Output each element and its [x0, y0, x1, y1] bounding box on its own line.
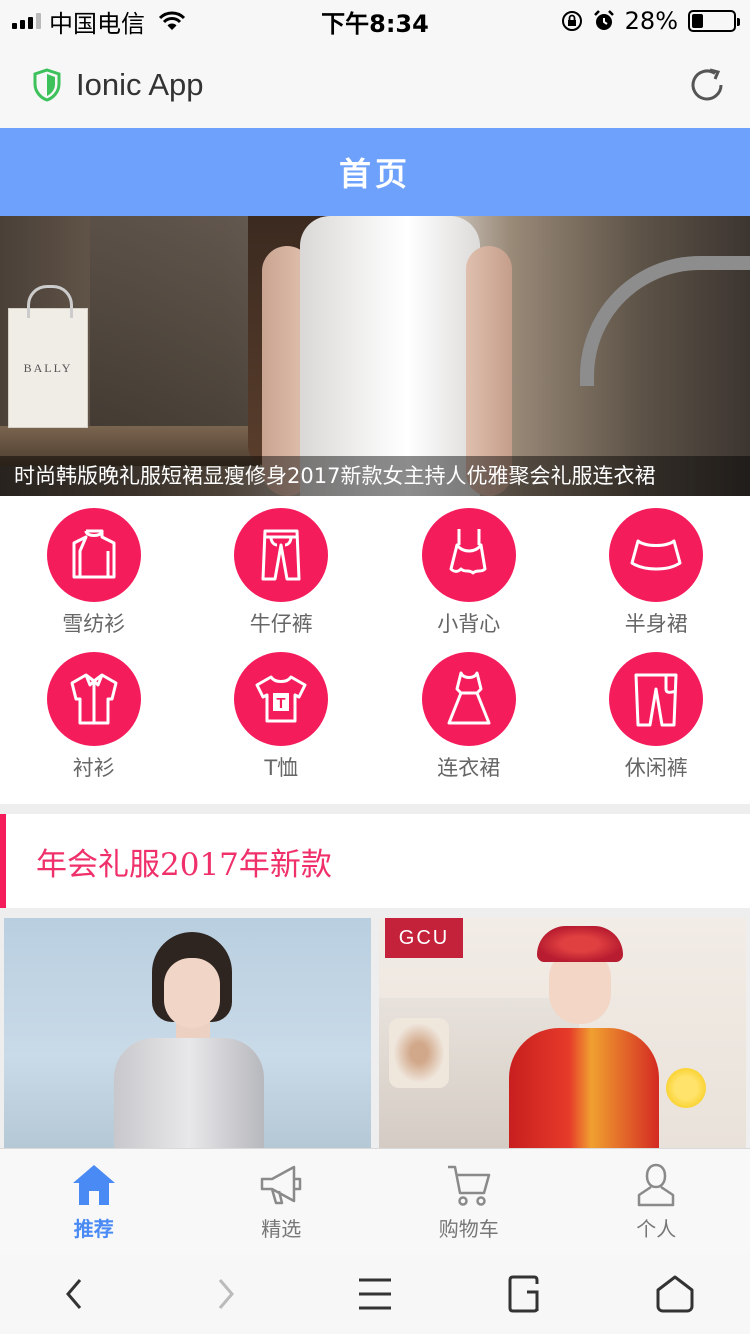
product-pillow: [389, 1018, 449, 1088]
home-outline-icon: [656, 1275, 694, 1313]
signal-icon: [12, 13, 41, 29]
category-item-dress[interactable]: 连衣裙: [375, 652, 563, 796]
jeans-icon: [234, 508, 329, 602]
category-label: 半身裙: [624, 612, 688, 636]
menu-button[interactable]: [300, 1272, 450, 1316]
svg-text:T: T: [277, 695, 286, 712]
battery-percent: 28%: [624, 7, 678, 35]
category-item-camisole[interactable]: 小背心: [375, 508, 563, 652]
section-title: 年会礼服2017年新款: [36, 846, 332, 883]
shirt-icon: [46, 652, 141, 746]
megaphone-icon: [261, 1165, 302, 1205]
menu-icon: [359, 1278, 391, 1310]
category-item-skirt[interactable]: 半身裙: [563, 508, 750, 652]
banner-mirror: [90, 216, 260, 426]
wifi-icon: [159, 11, 185, 30]
person-icon: [638, 1163, 675, 1207]
refresh-icon[interactable]: [688, 66, 726, 104]
forward-icon: [218, 1279, 234, 1309]
tab-profile[interactable]: 个人: [563, 1149, 750, 1254]
divider: [0, 804, 750, 814]
tab-recommend[interactable]: 推荐: [0, 1149, 188, 1254]
product-grid: GCU: [0, 918, 750, 1148]
tshirt-icon: T: [234, 652, 329, 746]
tabs-icon: [508, 1275, 539, 1313]
carrier-name: 中国电信: [49, 9, 145, 38]
status-bar: 中国电信 下午8:34 28%: [0, 0, 750, 42]
dress-icon: [421, 652, 516, 746]
home-icon: [72, 1165, 115, 1205]
app-title: Ionic App: [76, 67, 204, 102]
camisole-icon: [421, 508, 516, 602]
page-title: 首页: [338, 155, 411, 193]
category-item-shirt[interactable]: 衬衫: [0, 652, 188, 796]
product-model-face: [164, 958, 220, 1028]
tab-label: 推荐: [73, 1217, 114, 1241]
orientation-lock-icon: [561, 11, 582, 31]
product-brand-badge: GCU: [385, 918, 463, 958]
category-item-chiffon[interactable]: 雪纺衫: [0, 508, 188, 652]
battery-icon: [688, 10, 740, 32]
category-label: 雪纺衫: [62, 612, 126, 636]
product-headdress: [537, 926, 623, 962]
product-card[interactable]: [4, 918, 371, 1148]
nav-bar: 首页: [0, 128, 750, 216]
banner-caption: 时尚韩版晚礼服短裙显瘦修身2017新款女主持人优雅聚会礼服连衣裙: [0, 456, 750, 496]
tab-label: 精选: [261, 1217, 302, 1241]
browser-toolbar: [0, 1254, 750, 1334]
product-card[interactable]: GCU: [379, 918, 746, 1148]
category-label: 衬衫: [72, 756, 115, 780]
banner-slide[interactable]: BALLY 时尚韩版晚礼服短裙显瘦修身2017新款女主持人优雅聚会礼服连衣裙: [0, 216, 750, 496]
home-button[interactable]: [600, 1272, 750, 1316]
banner-model-dress: [300, 216, 480, 496]
product-gown: [114, 1038, 264, 1148]
banner-faucet: [580, 256, 750, 386]
category-label: 休闲裤: [624, 756, 688, 780]
alarm-icon: [593, 10, 614, 30]
back-button[interactable]: [0, 1272, 150, 1316]
banner-shopping-bag: BALLY: [8, 285, 88, 428]
category-item-casual-pants[interactable]: 休闲裤: [563, 652, 750, 796]
bag-brand-text: BALLY: [23, 361, 73, 375]
section-header: 年会礼服2017年新款: [0, 814, 750, 908]
category-label: T恤: [264, 756, 299, 780]
category-label: 连衣裙: [437, 756, 501, 780]
chiffon-shirt-icon: [46, 508, 141, 602]
divider: [0, 908, 750, 918]
cart-icon: [447, 1165, 490, 1206]
category-item-jeans[interactable]: 牛仔裤: [188, 508, 376, 652]
tab-label: 个人: [636, 1217, 677, 1241]
back-icon: [66, 1279, 82, 1309]
forward-button[interactable]: [150, 1272, 300, 1316]
tab-bar: 推荐 精选 购物车 个人: [0, 1148, 750, 1254]
category-item-tshirt[interactable]: T T恤: [188, 652, 376, 796]
product-fruit: [666, 1068, 706, 1108]
app-header: Ionic App: [0, 42, 750, 128]
tab-featured[interactable]: 精选: [188, 1149, 376, 1254]
tabs-button[interactable]: [450, 1272, 600, 1316]
category-label: 牛仔裤: [249, 612, 313, 636]
category-grid: 雪纺衫 牛仔裤 小背心 半身裙 衬衫 T T恤 连衣裙 休闲裤: [0, 496, 750, 804]
category-label: 小背心: [437, 612, 501, 636]
tab-label: 购物车: [438, 1217, 499, 1241]
shield-icon: [33, 68, 61, 102]
tab-cart[interactable]: 购物车: [375, 1149, 563, 1254]
casual-pants-icon: [609, 652, 704, 746]
skirt-icon: [609, 508, 704, 602]
product-qipao: [509, 1028, 659, 1148]
